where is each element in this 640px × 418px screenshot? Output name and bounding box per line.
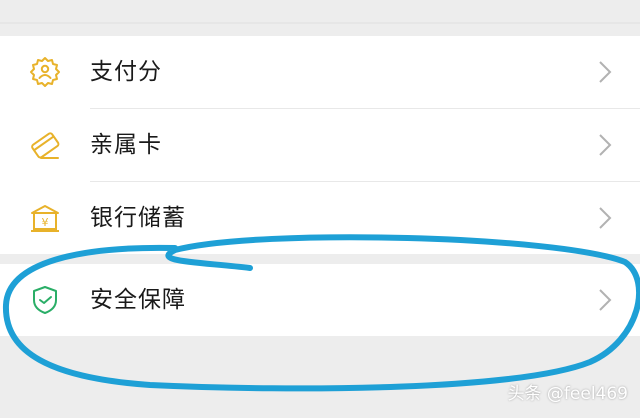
menu-group-security: 安全保障: [0, 264, 640, 336]
top-gap: [0, 0, 640, 36]
menu-item-label: 支付分: [90, 59, 162, 85]
menu-item-label: 安全保障: [90, 287, 186, 313]
shield-check-icon: [28, 283, 62, 317]
menu-item-bank-savings[interactable]: ¥ 银行储蓄: [0, 182, 640, 254]
menu-item-family-card[interactable]: 亲属卡: [0, 109, 640, 181]
menu-item-label: 亲属卡: [90, 132, 162, 158]
menu-item-label: 银行储蓄: [90, 205, 186, 231]
payment-score-icon: [28, 55, 62, 89]
chevron-right-icon: [598, 206, 612, 230]
chevron-right-icon: [598, 133, 612, 157]
menu-group-main: 支付分 亲属卡 ¥ 银行储蓄: [0, 36, 640, 254]
bank-savings-icon: ¥: [28, 201, 62, 235]
menu-item-payment-score[interactable]: 支付分: [0, 36, 640, 108]
family-card-icon: [28, 128, 62, 162]
top-separator: [0, 22, 640, 24]
watermark: 头条 @feel469: [507, 384, 628, 404]
chevron-right-icon: [598, 60, 612, 84]
svg-text:¥: ¥: [42, 216, 49, 229]
chevron-right-icon: [598, 288, 612, 312]
menu-item-security[interactable]: 安全保障: [0, 264, 640, 336]
